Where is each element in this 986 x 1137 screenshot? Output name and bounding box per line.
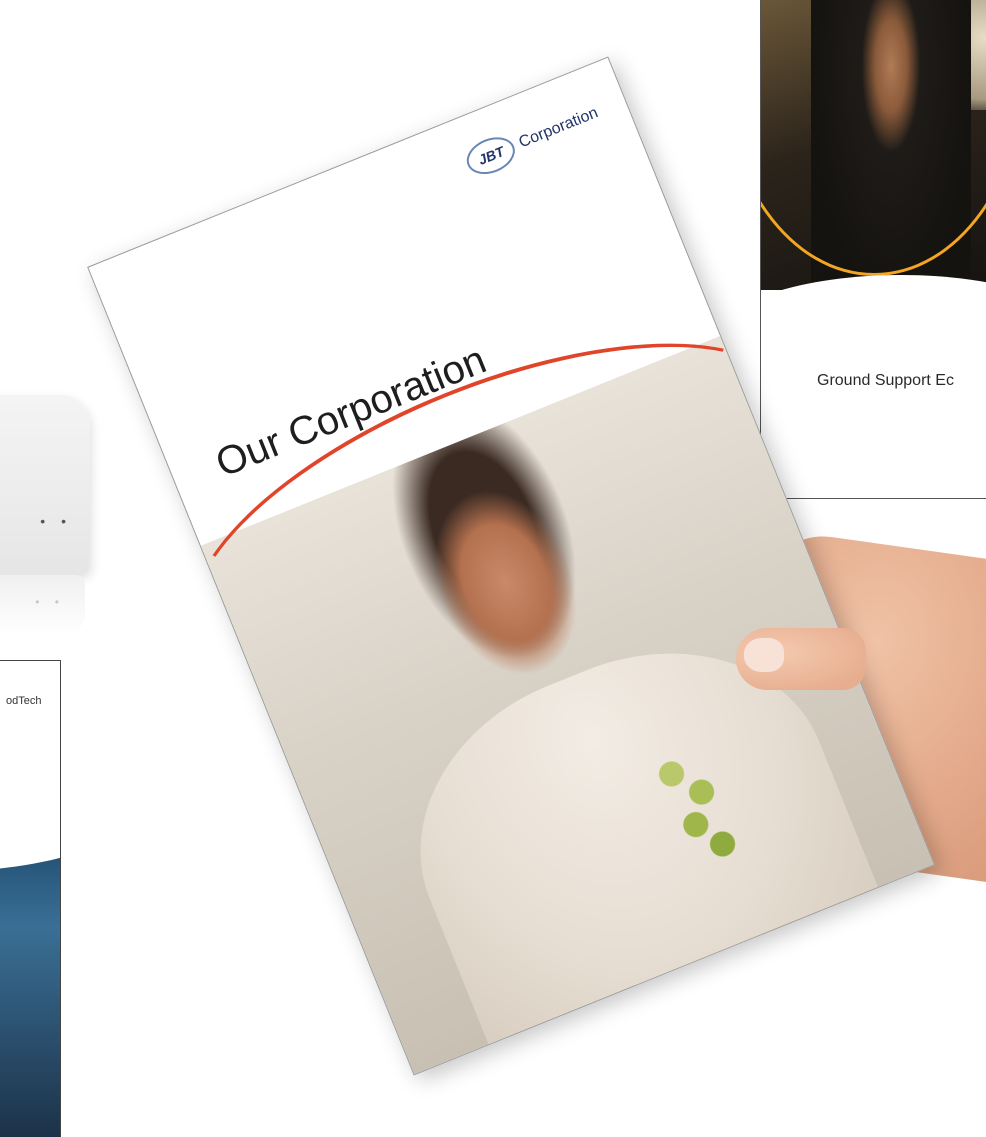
ground-support-title: Ground Support Ec xyxy=(817,372,954,389)
jbt-logo: JBT Corporation xyxy=(461,97,604,181)
foodtech-photo xyxy=(0,791,60,1137)
jbt-logo-text: Corporation xyxy=(516,104,601,152)
white-device: • • xyxy=(0,395,90,575)
thumb xyxy=(736,628,866,690)
ground-support-photo xyxy=(761,0,986,290)
jbt-logo-mark: JBT xyxy=(461,130,521,181)
foodtech-title: odTech xyxy=(6,695,42,707)
brochure-collage: Ground Support Ec • • • • odTech JBT Cor… xyxy=(0,0,986,1137)
ground-support-brochure: Ground Support Ec xyxy=(760,0,986,499)
thumbnail xyxy=(744,638,784,672)
foodtech-brochure: odTech xyxy=(0,660,61,1137)
orange-ring-decoration xyxy=(761,0,986,276)
device-reflection: • • xyxy=(0,575,85,635)
